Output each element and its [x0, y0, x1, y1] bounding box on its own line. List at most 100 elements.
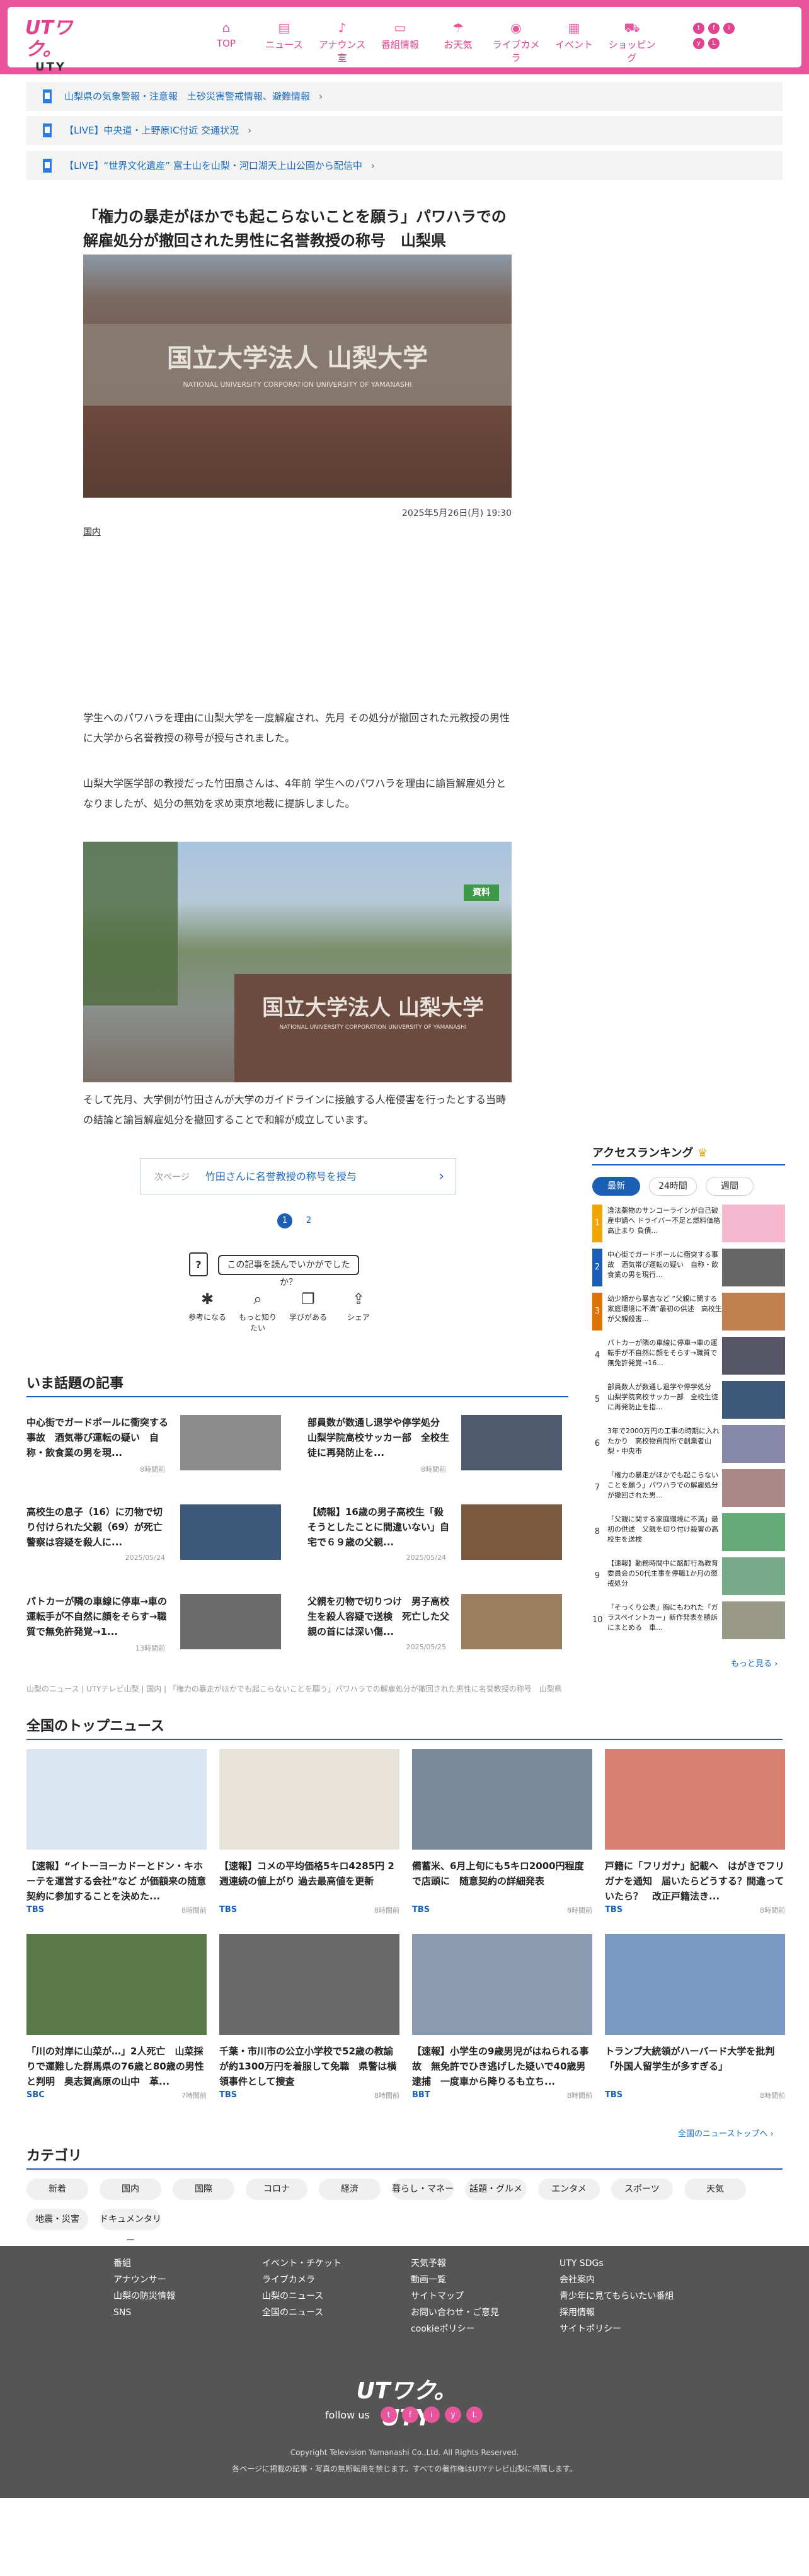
social-icon[interactable]: L	[466, 2407, 483, 2423]
nav-item[interactable]: ☂ お天気	[433, 20, 483, 58]
footer-link[interactable]: 青少年に見てもらいたい番組	[559, 2288, 674, 2304]
ranking-item[interactable]: 1 違法薬物のサンコーラインが自己破産申請へ ドライバー不足と燃料価格高止まり 負…	[592, 1205, 785, 1245]
ranking-item[interactable]: 8 「父親に関する家庭環境に不満」最初の供述 父親を切り付け殺害の高校生を送検	[592, 1513, 785, 1554]
topnews-card[interactable]: 「川の対岸に山菜が…」2人死亡 山菜採りで運難した群馬県の76歳と80歳の男性と…	[26, 1934, 207, 2123]
alert-banner[interactable]: 【LIVE】中央道・上野原IC付近 交通状況 ›	[26, 116, 783, 145]
footer-link[interactable]: サイトマップ	[411, 2288, 499, 2304]
social-icon[interactable]: i	[723, 23, 735, 34]
ranking-item[interactable]: 5 部員数人が数通し退学や停学処分 山梨学院高校サッカー部 全校生徒に再発防止を指…	[592, 1381, 785, 1421]
footer-link[interactable]: 動画一覧	[411, 2272, 499, 2288]
alert-banner[interactable]: 【LIVE】“世界文化遺産” 富士山を山梨・河口湖天上山公園から配信中 ›	[26, 151, 783, 180]
ranking-item[interactable]: 10 「そっくり公表」胸にもわれた「ガラスペイントカー」新作発表を勝訴にまとめる …	[592, 1601, 785, 1642]
topnews-more-link[interactable]: 全国のニューストップへ ›	[678, 2127, 774, 2139]
topnews-card[interactable]: 【速報】コメの平均価格5キロ4285円 2週連続の値上がり 過去最高値を更新 TB…	[219, 1749, 399, 1938]
reaction-label: 学びがある	[289, 1313, 327, 1322]
trending-card[interactable]: 父親を刃物で切りつけ 男子高校生を殺人容疑で送検 死亡した父親の首には深い傷..…	[307, 1594, 562, 1662]
footer-link[interactable]: アナウンサー	[113, 2272, 175, 2288]
topnews-card[interactable]: 【速報】小学生の9歳男児がはねられる事故 無免許でひき逃げした疑いで40歳男逮捕…	[412, 1934, 592, 2123]
site-logo[interactable]: UTワク。 UTY	[25, 18, 95, 74]
tab-latest[interactable]: 最新	[592, 1177, 640, 1196]
footer-link[interactable]: 全国のニュース	[262, 2304, 341, 2321]
social-icon[interactable]: t	[693, 23, 704, 34]
reaction-button[interactable]: ✱ 参考になる	[186, 1290, 228, 1333]
footer-link[interactable]: 会社案内	[559, 2272, 674, 2288]
ranking-item[interactable]: 9 【速報】勤務時間中に酩酊行為教育委員会の50代主事を停職1か月の懲戒処分	[592, 1557, 785, 1598]
category-tag[interactable]: ドキュメンタリー	[100, 2209, 161, 2246]
category-tag[interactable]: 地震・災害	[26, 2209, 88, 2230]
category-tag[interactable]: 天気	[684, 2178, 746, 2200]
social-icon[interactable]: i	[423, 2407, 440, 2423]
footer-link[interactable]: UTY SDGs	[559, 2255, 674, 2272]
ranking-item[interactable]: 6 3年で2000万円の工事の時期に入れたかり 高校物資問所で創業者山梨・中央市	[592, 1425, 785, 1465]
ranking-item[interactable]: 7 「権力の暴走がほかでも起こらないことを願う」パワハラでの解雇処分が撤回された男…	[592, 1469, 785, 1509]
trending-thumbnail	[180, 1415, 281, 1470]
nav-item[interactable]: ▤ ニュース	[260, 20, 309, 58]
reaction-button[interactable]: ❐ 学びがある	[287, 1290, 329, 1333]
ranking-item[interactable]: 4 パトカーが隣の車線に停車→車の運転手が不自然に顔をそらす→職質で無免許発覚→1…	[592, 1337, 785, 1377]
topnews-thumbnail	[605, 1934, 785, 2035]
article-category[interactable]: 国内	[83, 525, 101, 538]
ranking-item[interactable]: 3 幼少期から暴言など “父親に関する家庭環境に不満”最初の供述 高校生が父親殺害…	[592, 1293, 785, 1333]
category-tag[interactable]: コロナ	[246, 2178, 307, 2200]
nav-item[interactable]: ♪ アナウンス室	[318, 20, 367, 64]
category-tag[interactable]: 国際	[173, 2178, 234, 2200]
footer-link[interactable]: 山梨の防災情報	[113, 2288, 175, 2304]
reaction-button[interactable]: ⌕ もっと知りたい	[237, 1290, 278, 1333]
social-icon[interactable]: y	[445, 2407, 461, 2423]
social-icon[interactable]: f	[708, 23, 720, 34]
nav-item[interactable]: ▭ 番組情報	[376, 20, 425, 58]
category-tag[interactable]: 国内	[100, 2178, 161, 2200]
trending-thumbnail	[180, 1504, 281, 1560]
nav-item-label: お天気	[444, 39, 473, 50]
trending-card[interactable]: 中心街でガードポールに衝突する事故 酒気帯び運転の疑い 自称・飲食業の男を現..…	[26, 1415, 281, 1483]
footer-link[interactable]: cookieポリシー	[411, 2321, 499, 2337]
nav-item[interactable]: ⛟ ショッピング	[607, 20, 657, 64]
ranking-item[interactable]: 2 中心街でガードポールに衝突する事故 酒気帯び運転の疑い 自称・飲食業の男を現行…	[592, 1249, 785, 1289]
footer-link[interactable]: サイトポリシー	[559, 2321, 674, 2337]
social-icon[interactable]: L	[708, 38, 720, 49]
topnews-card[interactable]: トランプ大統領がハーバード大学を批判「外国人留学生が多すぎる」 TBS 8時間前	[605, 1934, 785, 2123]
category-tag[interactable]: 経済	[319, 2178, 381, 2200]
trending-card[interactable]: 【続報】16歳の男子高校生「殺そうとしたことに間違いない」自宅で６９歳の父親..…	[307, 1504, 562, 1572]
ranking-more-link[interactable]: もっと見る ›	[731, 1657, 777, 1669]
footer-link[interactable]: イベント・チケット	[262, 2255, 341, 2272]
footer-link[interactable]: ライブカメラ	[262, 2272, 341, 2288]
footer-link[interactable]: お問い合わせ・ご意見	[411, 2304, 499, 2321]
breadcrumb[interactable]: 山梨のニュース | UTYテレビ山梨 | 国内 | 「権力の暴走がほかでも起こら…	[26, 1683, 594, 1694]
chevron-right-icon: ›	[319, 91, 323, 102]
nav-item[interactable]: ▦ イベント	[549, 20, 599, 58]
next-page-link[interactable]: 次ページ 竹田さんに名誉教授の称号を授与 ›	[140, 1158, 456, 1194]
nav-item[interactable]: ◉ ライブカメラ	[491, 20, 541, 64]
social-icon[interactable]: y	[693, 38, 704, 49]
tab-24h[interactable]: 24時間	[649, 1177, 697, 1196]
tab-weekly[interactable]: 週間	[706, 1177, 754, 1196]
page-2[interactable]: 2	[301, 1213, 316, 1228]
trending-card[interactable]: 部員数が数通し退学や停学処分 山梨学院高校サッカー部 全校生徒に再発防止を...…	[307, 1415, 562, 1483]
category-tag[interactable]: 新着	[26, 2178, 88, 2200]
page-1[interactable]: 1	[277, 1213, 292, 1228]
footer-link[interactable]: 採用情報	[559, 2304, 674, 2321]
topnews-card[interactable]: 備蓄米、6月上旬にも5キロ2000円程度で店頭に 随意契約の詳細発表 TBS 8時間…	[412, 1749, 592, 1938]
alert-banner[interactable]: 山梨県の気象警報・注意報 土砂災害警戒情報、避難情報 ›	[26, 82, 783, 111]
nav-item-label: イベント	[554, 39, 593, 50]
category-tag[interactable]: 話題・グルメ	[465, 2178, 527, 2200]
footer-link[interactable]: 天気予報	[411, 2255, 499, 2272]
category-tag[interactable]: スポーツ	[611, 2178, 673, 2200]
footer-link[interactable]: SNS	[113, 2304, 175, 2321]
trending-card[interactable]: 高校生の息子（16）に刃物で切り付けられた父親（69）が死亡 警察は容疑を殺人に…	[26, 1504, 281, 1572]
footer-link[interactable]: 山梨のニュース	[262, 2288, 341, 2304]
footer-link[interactable]: 番組	[113, 2255, 175, 2272]
reaction-button[interactable]: ⇪ シェア	[338, 1290, 379, 1333]
nav-item[interactable]: ⌂ TOP	[202, 20, 251, 58]
category-tag[interactable]: 暮らし・マネー	[392, 2178, 454, 2200]
topnews-card[interactable]: 千葉・市川市の公立小学校で52歳の教諭が約1300万円を着服して免職 県警は横領…	[219, 1934, 399, 2123]
trending-card[interactable]: パトカーが隣の車線に停車→車の運転手が不自然に顔をそらす→職質で無免許発覚→1.…	[26, 1594, 281, 1662]
topnews-card[interactable]: 戸籍に「フリガナ」記載へ はがきでフリガナを通知 届いたらどうする？間違っていた…	[605, 1749, 785, 1938]
topnews-card[interactable]: 【速報】“イトーヨーカドーとドン・キホーテを運営する会社”など が価額来の随意契…	[26, 1749, 207, 1938]
social-icon[interactable]: t	[381, 2407, 397, 2423]
social-icon[interactable]: f	[402, 2407, 418, 2423]
rank-number: 3	[592, 1293, 602, 1331]
ranking-heading: アクセスランキング ♛	[592, 1144, 785, 1165]
category-tag[interactable]: エンタメ	[538, 2178, 600, 2200]
topnews-date: 8時間前	[374, 2092, 399, 2100]
